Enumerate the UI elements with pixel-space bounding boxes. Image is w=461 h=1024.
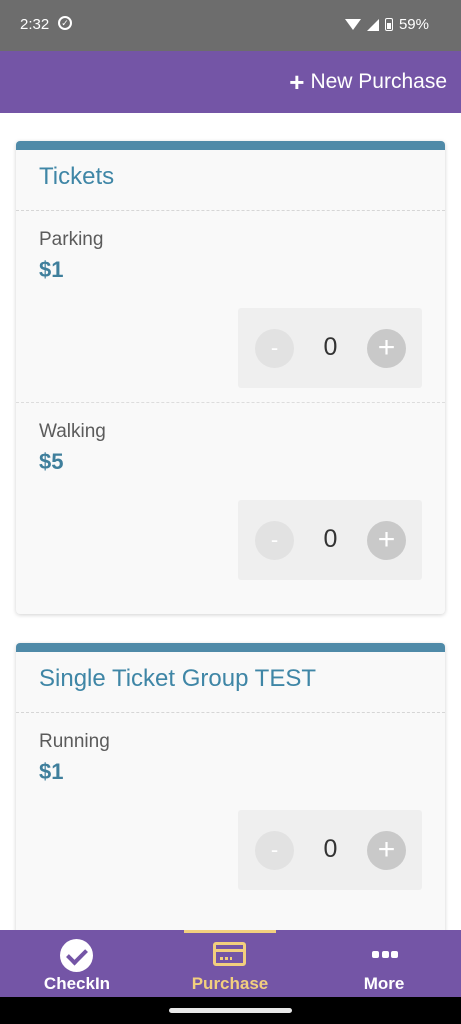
new-purchase-label: New Purchase [310,70,447,93]
status-time: 2:32 [20,16,50,33]
app-bar: + New Purchase [0,51,461,113]
ticket-item-price: $1 [39,759,64,784]
decrement-button[interactable]: - [255,831,294,870]
ticket-item-name: Running [39,731,110,752]
ticket-item: Running $1 - 0 + [16,713,445,930]
active-tab-indicator [184,930,276,933]
quantity-value: 0 [323,525,338,553]
nav-checkin[interactable]: CheckIn [0,930,154,997]
ticket-item-price: $5 [39,449,64,474]
ticket-item-price: $1 [39,257,64,282]
signal-icon [366,18,379,31]
credit-card-icon [213,942,246,966]
nav-more[interactable]: More [307,930,461,997]
ticket-group-title: Tickets [16,150,445,211]
nav-purchase-label: Purchase [191,974,269,993]
ticket-item-name: Parking [39,229,104,250]
gesture-bar [0,997,461,1024]
status-icons: 59% [344,16,429,33]
ticket-group-card: Tickets Parking $1 - 0 + Walking $5 - 0 … [16,141,445,614]
increment-button[interactable]: + [367,521,406,560]
quantity-value: 0 [323,333,338,361]
ticket-group-title: Single Ticket Group TEST [16,652,445,713]
purchase-list[interactable]: Tickets Parking $1 - 0 + Walking $5 - 0 … [0,113,461,930]
bottom-nav: CheckIn Purchase More [0,930,461,997]
nav-more-label: More [363,974,405,993]
nav-checkin-label: CheckIn [43,974,111,993]
nav-purchase[interactable]: Purchase [153,930,307,997]
increment-button[interactable]: + [367,329,406,368]
quantity-stepper: - 0 + [238,500,422,580]
ticket-group-card: Single Ticket Group TEST Running $1 - 0 … [16,643,445,930]
decrement-button[interactable]: - [255,329,294,368]
quantity-stepper: - 0 + [238,308,422,388]
increment-button[interactable]: + [367,831,406,870]
ticket-item: Parking $1 - 0 + [16,211,445,403]
sync-check-icon: ✓ [58,16,72,30]
quantity-stepper: - 0 + [238,810,422,890]
check-circle-icon [60,939,93,972]
quantity-value: 0 [323,835,338,863]
battery-percent: 59% [398,16,429,33]
wifi-icon [344,19,361,30]
ticket-item-name: Walking [39,421,106,442]
new-purchase-button[interactable]: + New Purchase [289,67,447,97]
ticket-item: Walking $5 - 0 + [16,403,445,613]
more-dots-icon [372,951,398,959]
battery-icon [384,18,393,31]
decrement-button[interactable]: - [255,521,294,560]
home-gesture-handle[interactable] [169,1008,292,1013]
plus-icon: + [289,67,305,97]
status-bar: 2:32 ✓ 59% [0,0,461,51]
